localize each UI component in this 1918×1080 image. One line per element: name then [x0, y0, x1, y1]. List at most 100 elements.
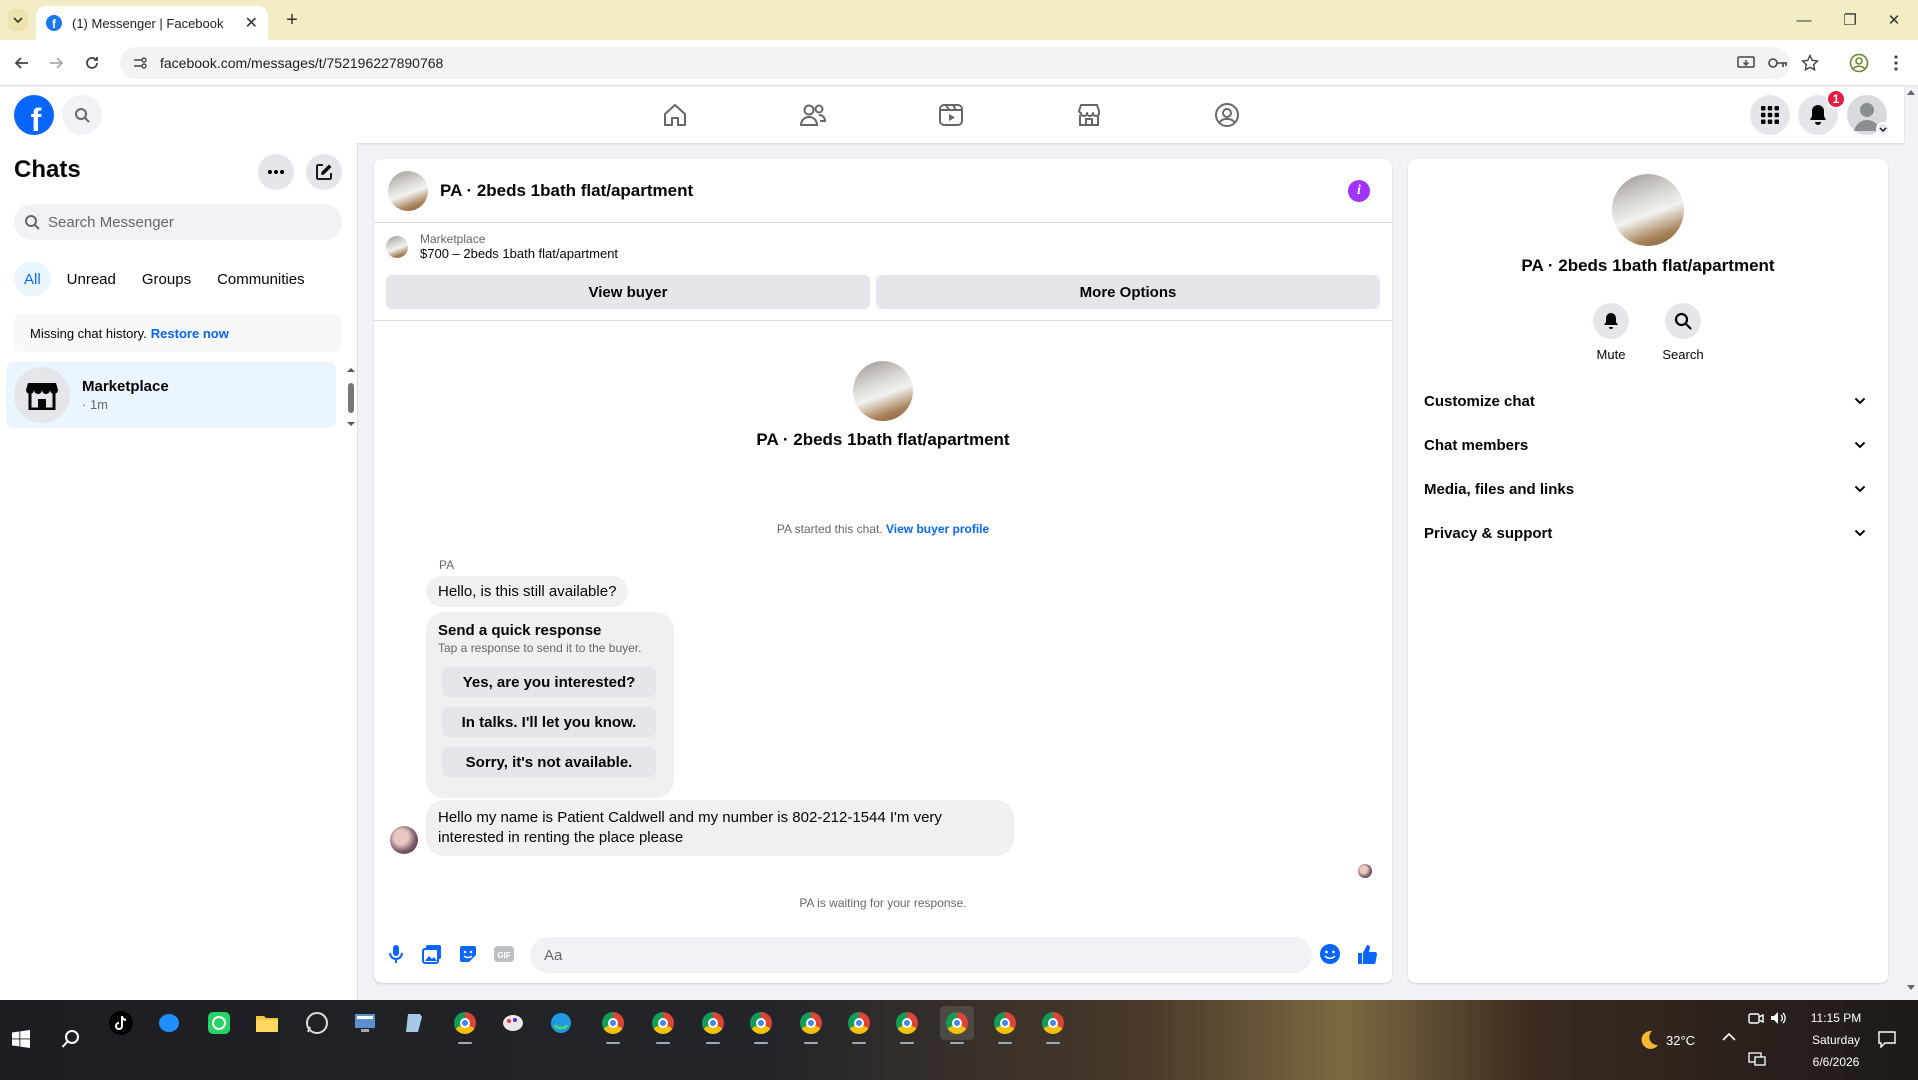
view-buyer-button[interactable]: View buyer: [386, 275, 870, 309]
speaker-volume-icon[interactable]: [1770, 1011, 1788, 1027]
edge-browser-icon[interactable]: [544, 1006, 578, 1040]
chat-list-scrollbar[interactable]: [346, 366, 356, 428]
chrome-profile-4-icon[interactable]: [696, 1006, 730, 1044]
restore-button[interactable]: ❐: [1838, 8, 1862, 32]
sender-avatar[interactable]: [390, 826, 418, 854]
chrome-profile-6-icon[interactable]: [794, 1006, 828, 1044]
conversation-info-icon[interactable]: i: [1348, 180, 1370, 202]
emoji-icon[interactable]: [1318, 942, 1342, 966]
quick-response-not-available[interactable]: Sorry, it's not available.: [442, 747, 656, 777]
tab-search-dropdown[interactable]: [8, 9, 28, 31]
voice-clip-icon[interactable]: [384, 942, 408, 966]
install-app-icon[interactable]: [1734, 51, 1758, 75]
chrome-active-window-icon[interactable]: [940, 1006, 974, 1044]
filter-communities[interactable]: Communities: [207, 262, 315, 296]
browser-menu-icon[interactable]: [1884, 51, 1908, 75]
tiktok-app-icon[interactable]: [104, 1006, 138, 1040]
chrome-profile-2-icon[interactable]: [596, 1006, 630, 1044]
profile-icon[interactable]: [1847, 51, 1871, 75]
page-scroll-up-icon[interactable]: [1906, 88, 1916, 98]
windows-start-icon[interactable]: [4, 1022, 38, 1056]
message-input[interactable]: [544, 946, 1244, 964]
action-center-icon[interactable]: [1878, 1030, 1898, 1050]
gif-icon[interactable]: GIF: [492, 942, 516, 966]
address-bar[interactable]: facebook.com/messages/t/752196227890768: [120, 47, 1790, 79]
attach-photo-icon[interactable]: [420, 942, 444, 966]
message-bubble[interactable]: Hello my name is Patient Caldwell and my…: [426, 800, 1014, 856]
chats-options-button[interactable]: [258, 154, 294, 190]
minimize-button[interactable]: —: [1792, 8, 1816, 32]
close-window-button[interactable]: ✕: [1882, 8, 1906, 32]
like-thumbs-up-icon[interactable]: [1356, 942, 1380, 966]
menu-grid-button[interactable]: [1750, 95, 1790, 135]
listing-summary[interactable]: Marketplace $700 – 2beds 1bath flat/apar…: [386, 232, 618, 261]
file-explorer-icon[interactable]: [250, 1006, 284, 1040]
notes-app-icon[interactable]: [398, 1006, 432, 1040]
site-info-icon[interactable]: [132, 55, 148, 71]
taskbar-search-icon[interactable]: [54, 1022, 88, 1056]
chrome-profile-3-icon[interactable]: [646, 1006, 680, 1044]
back-button[interactable]: [10, 51, 34, 75]
conversation-header[interactable]: PA · 2beds 1bath flat/apartment: [374, 159, 1392, 223]
search-in-chat-button[interactable]: [1665, 303, 1701, 339]
message-bubble[interactable]: Hello, is this still available?: [426, 576, 629, 607]
chrome-profile-10-icon[interactable]: [1036, 1006, 1070, 1044]
clock-day[interactable]: Saturday: [1796, 1033, 1876, 1047]
chrome-profile-9-icon[interactable]: [988, 1006, 1022, 1044]
page-scroll-down-icon[interactable]: [1906, 984, 1916, 994]
search-action[interactable]: Search: [1643, 303, 1723, 362]
reload-button[interactable]: [80, 51, 104, 75]
search-messenger[interactable]: [14, 204, 342, 240]
close-tab-icon[interactable]: ✕: [245, 13, 258, 33]
nav-home-icon[interactable]: [660, 100, 690, 130]
clock-time[interactable]: 11:15 PM: [1796, 1011, 1876, 1025]
paint-app-icon[interactable]: [496, 1006, 530, 1040]
network-icon[interactable]: [1748, 1052, 1766, 1068]
new-message-button[interactable]: [306, 154, 342, 190]
facebook-logo-icon[interactable]: f: [14, 95, 54, 135]
more-options-button[interactable]: More Options: [876, 275, 1380, 309]
facebook-search-button[interactable]: [62, 95, 102, 135]
bookmark-star-icon[interactable]: [1798, 51, 1822, 75]
bluebird-app-icon[interactable]: [152, 1006, 186, 1040]
search-messenger-input[interactable]: [48, 213, 328, 231]
nav-video-icon[interactable]: [936, 100, 966, 130]
restore-now-link[interactable]: Restore now: [151, 326, 229, 341]
new-tab-button[interactable]: +: [280, 8, 304, 32]
chrome-profile-5-icon[interactable]: [744, 1006, 778, 1044]
view-buyer-profile-link[interactable]: View buyer profile: [886, 522, 989, 536]
filter-unread[interactable]: Unread: [57, 262, 126, 296]
control-panel-app-icon[interactable]: [348, 1006, 382, 1040]
chrome-profile-8-icon[interactable]: [890, 1006, 924, 1044]
chrome-profile-7-icon[interactable]: [842, 1006, 876, 1044]
meet-now-icon[interactable]: [1748, 1011, 1764, 1027]
media-files-links-section[interactable]: Media, files and links: [1424, 469, 1874, 509]
forward-button[interactable]: [44, 51, 68, 75]
privacy-support-section[interactable]: Privacy & support: [1424, 513, 1874, 553]
filter-groups[interactable]: Groups: [132, 262, 201, 296]
browser-tab-active[interactable]: f (1) Messenger | Facebook ✕: [36, 6, 268, 40]
mute-action[interactable]: Mute: [1571, 303, 1651, 362]
chat-name: Marketplace: [82, 378, 169, 395]
show-hidden-icons-chevron-icon[interactable]: [1722, 1032, 1740, 1046]
sticker-icon[interactable]: [456, 942, 480, 966]
chrome-profile-1-icon[interactable]: [448, 1006, 482, 1044]
whatsapp-business-app-icon[interactable]: [202, 1006, 236, 1040]
whatsapp-app-icon[interactable]: [300, 1006, 334, 1040]
weather-moon-icon[interactable]: [1636, 1028, 1662, 1054]
nav-marketplace-icon[interactable]: [1074, 100, 1104, 130]
nav-gaming-icon[interactable]: [1212, 100, 1242, 130]
filter-all[interactable]: All: [14, 262, 51, 296]
quick-response-yes[interactable]: Yes, are you interested?: [442, 667, 656, 697]
chat-list-item[interactable]: Marketplace · 1m: [6, 362, 336, 428]
password-key-icon[interactable]: [1766, 51, 1790, 75]
nav-friends-icon[interactable]: [798, 100, 828, 130]
account-chevron-icon[interactable]: [1876, 122, 1890, 136]
quick-response-in-talks[interactable]: In talks. I'll let you know.: [442, 707, 656, 737]
weather-temperature[interactable]: 32°C: [1666, 1033, 1695, 1048]
chat-members-section[interactable]: Chat members: [1424, 425, 1874, 465]
message-composer[interactable]: [530, 937, 1312, 973]
clock-date[interactable]: 6/6/2026: [1796, 1055, 1876, 1069]
customize-chat-section[interactable]: Customize chat: [1424, 381, 1874, 421]
mute-button[interactable]: [1593, 303, 1629, 339]
